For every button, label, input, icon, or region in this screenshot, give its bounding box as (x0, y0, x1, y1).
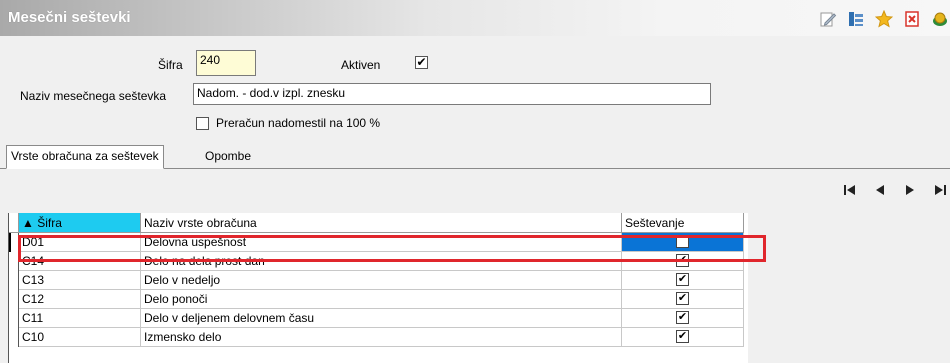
table-row[interactable]: D01 Delovna uspešnost (9, 233, 748, 252)
cell-naziv[interactable]: Delo na dela prost dan (141, 252, 622, 271)
preracun-checkbox[interactable] (196, 117, 209, 130)
row-indicator (9, 309, 19, 328)
naziv-field[interactable]: Nadom. - dod.v izpl. znesku (193, 83, 711, 105)
grid-header-indicator (9, 213, 19, 233)
row-indicator (9, 233, 19, 252)
row-indicator (9, 290, 19, 309)
previous-record-icon[interactable] (870, 182, 890, 198)
grid-header-sestevanje[interactable]: Seštevanje (622, 213, 744, 233)
preracun-label: Preračun nadomestil na 100 % (216, 116, 381, 130)
tab-vrste-obracuna[interactable]: Vrste obračuna za seštevek (6, 145, 164, 169)
row-indicator (9, 252, 19, 271)
cell-sifra[interactable]: C14 (19, 252, 141, 271)
sestevanje-checkbox[interactable]: ✔ (676, 254, 689, 267)
table-row[interactable]: C14 Delo na dela prost dan ✔ (9, 252, 748, 271)
cell-naziv[interactable]: Delo v deljenem delovnem času (141, 309, 622, 328)
record-navigator (840, 182, 950, 198)
tab-opombe[interactable]: Opombe (201, 146, 255, 169)
cell-sifra[interactable]: C12 (19, 290, 141, 309)
aktiven-label: Aktiven (341, 58, 381, 72)
cell-sifra[interactable]: C11 (19, 309, 141, 328)
next-record-icon[interactable] (900, 182, 920, 198)
cell-naziv[interactable]: Delo v nedeljo (141, 271, 622, 290)
cell-naziv[interactable]: Izmensko delo (141, 328, 622, 347)
table-row[interactable]: C13 Delo v nedeljo ✔ (9, 271, 748, 290)
cell-sifra[interactable]: D01 (19, 233, 141, 252)
properties-icon[interactable] (846, 9, 866, 29)
tab-bar: Vrste obračuna za seštevek Opombe (0, 143, 950, 169)
cell-sestevanje[interactable]: ✔ (622, 252, 744, 271)
table-row[interactable]: C11 Delo v deljenem delovnem času ✔ (9, 309, 748, 328)
money-icon[interactable] (930, 9, 950, 29)
favorite-star-icon[interactable] (874, 9, 894, 29)
cell-sifra[interactable]: C13 (19, 271, 141, 290)
edit-icon[interactable] (818, 9, 838, 29)
cell-naziv[interactable]: Delovna uspešnost (141, 233, 622, 252)
toolbar (818, 9, 950, 29)
cell-sestevanje[interactable]: ✔ (622, 271, 744, 290)
first-record-icon[interactable] (840, 182, 860, 198)
last-record-icon[interactable] (930, 182, 950, 198)
sestevanje-checkbox[interactable]: ✔ (676, 292, 689, 305)
grid-header-naziv[interactable]: Naziv vrste obračuna (141, 213, 622, 233)
sestevanje-checkbox[interactable] (676, 235, 689, 248)
cell-sestevanje[interactable]: ✔ (622, 328, 744, 347)
sestevanje-checkbox[interactable]: ✔ (676, 311, 689, 324)
title-bar: Mesečni seštevki (0, 0, 950, 36)
table-row[interactable]: C10 Izmensko delo ✔ (9, 328, 748, 347)
cell-sestevanje[interactable] (622, 233, 744, 252)
row-indicator (9, 271, 19, 290)
grid-header-sifra[interactable]: ▲ Šifra (19, 213, 141, 233)
cell-sestevanje[interactable]: ✔ (622, 290, 744, 309)
naziv-label: Naziv mesečnega seštevka (20, 89, 167, 103)
cell-sestevanje[interactable]: ✔ (622, 309, 744, 328)
data-grid: ▲ Šifra Naziv vrste obračuna Seštevanje … (8, 213, 748, 363)
aktiven-checkbox[interactable]: ✔ (415, 56, 428, 69)
close-document-icon[interactable] (902, 9, 922, 29)
table-row[interactable]: C12 Delo ponoči ✔ (9, 290, 748, 309)
row-indicator (9, 328, 19, 347)
sestevanje-checkbox[interactable]: ✔ (676, 330, 689, 343)
sestevanje-checkbox[interactable]: ✔ (676, 273, 689, 286)
sifra-field[interactable]: 240 (196, 50, 256, 76)
cell-sifra[interactable]: C10 (19, 328, 141, 347)
cell-naziv[interactable]: Delo ponoči (141, 290, 622, 309)
window-title: Mesečni seštevki (8, 9, 131, 26)
sifra-label: Šifra (158, 58, 183, 72)
